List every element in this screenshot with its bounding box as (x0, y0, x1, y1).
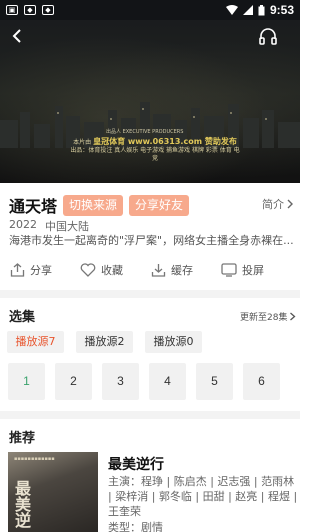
status-bar: ▣ ◆ ◆ 9:53 (0, 0, 300, 20)
share-button[interactable]: 分享 (10, 262, 52, 278)
producer-credit: 出品人 EXECUTIVE PRODUCERS (106, 129, 184, 135)
headphones-icon[interactable] (258, 26, 278, 46)
section-divider (0, 290, 300, 298)
share-icon (10, 263, 25, 277)
episode-button[interactable]: 5 (196, 363, 233, 400)
title-row: 通天塔 切换来源 分享好友 (9, 193, 190, 217)
credits-prefix: 本片由 (73, 139, 92, 146)
cast-label: 投屏 (242, 264, 264, 277)
heart-icon (80, 263, 96, 277)
episode-button[interactable]: 4 (149, 363, 186, 400)
recommend-item[interactable]: ▪▪▪▪▪▪▪▪▪▪▪▪ 最美逆 最美逆行 主演：程琤 | 陈启杰 | 迟志强 … (8, 452, 300, 532)
credits-line: 本片由 皇冠体育 www.06313.com 赞助发布 (70, 138, 240, 147)
episode-button[interactable]: 2 (55, 363, 92, 400)
download-button[interactable]: 缓存 (151, 262, 193, 278)
poster-image: ▪▪▪▪▪▪▪▪▪▪▪▪ 最美逆 (8, 452, 98, 532)
recommend-item-title: 最美逆行 (108, 457, 164, 473)
video-frame: 出品人 EXECUTIVE PRODUCERS 本片由 皇冠体育 www.063… (0, 20, 300, 183)
credits-line-2: 出品：体育投注 真人娱乐 电子游戏 捕鱼游戏 棋牌 彩票 体育 电竞 (70, 147, 240, 162)
favorite-button[interactable]: 收藏 (80, 262, 123, 278)
video-credits: 出品人 EXECUTIVE PRODUCERS 本片由 皇冠体育 www.063… (70, 129, 240, 163)
app-notification-icon: ▣ (6, 5, 18, 15)
sponsor-watermark: 皇冠体育 www.06313.com 赞助发布 (93, 137, 237, 146)
episode-button[interactable]: 6 (243, 363, 280, 400)
shield-icon: ◆ (24, 5, 36, 15)
recommend-item-cast: 主演：程琤 | 陈启杰 | 迟志强 | 范雨林 | 梁梓消 | 郭冬临 | 田甜… (108, 475, 298, 518)
chevron-right-icon (287, 199, 293, 209)
source-tab-active[interactable]: 播放源7 (7, 331, 64, 353)
update-info-link[interactable]: 更新至28集 (240, 310, 296, 323)
show-description: 海港市发生一起离奇的"浮尸案"，网络女主播全身赤裸在... (9, 234, 294, 247)
poster-decor: ▪▪▪▪▪▪▪▪▪▪▪▪ (14, 456, 55, 462)
wifi-icon (225, 5, 238, 15)
battery-icon (258, 4, 265, 15)
recommend-title: 推荐 (9, 431, 36, 446)
section-divider (0, 411, 300, 419)
clock: 9:53 (269, 3, 294, 17)
cast-button[interactable]: 投屏 (221, 262, 264, 278)
source-tab[interactable]: 播放源2 (76, 331, 133, 353)
shield-icon-2: ◆ (42, 5, 54, 15)
recommend-item-type: 类型：剧情 (108, 521, 163, 532)
switch-source-button[interactable]: 切换来源 (63, 194, 124, 216)
download-label: 缓存 (171, 264, 193, 277)
download-icon (151, 264, 166, 277)
share-label: 分享 (30, 264, 52, 277)
source-list: 播放源7 播放源2 播放源0 (7, 331, 202, 353)
poster-title: 最美逆 (12, 480, 31, 528)
video-player[interactable]: 出品人 EXECUTIVE PRODUCERS 本片由 皇冠体育 www.063… (0, 0, 300, 183)
action-bar: 分享 收藏 缓存 投屏 (0, 258, 300, 284)
episodes-title: 选集 (9, 310, 36, 325)
cast-icon (221, 263, 237, 277)
system-status: 9:53 (225, 3, 294, 17)
favorite-label: 收藏 (101, 264, 123, 277)
episode-button-active[interactable]: 1 (8, 363, 45, 400)
source-tab[interactable]: 播放源0 (145, 331, 202, 353)
intro-label: 简介 (262, 198, 284, 211)
episode-button[interactable]: 3 (102, 363, 139, 400)
intro-link[interactable]: 简介 (262, 196, 294, 212)
episode-list: 1 2 3 4 5 6 (8, 363, 280, 400)
notification-icons: ▣ ◆ ◆ (6, 5, 54, 15)
chevron-right-icon (290, 312, 296, 321)
show-title: 通天塔 (9, 197, 58, 216)
back-icon[interactable] (8, 26, 28, 46)
signal-icon (242, 5, 253, 15)
share-friend-button[interactable]: 分享好友 (129, 194, 190, 216)
update-info-text: 更新至28集 (240, 313, 288, 323)
